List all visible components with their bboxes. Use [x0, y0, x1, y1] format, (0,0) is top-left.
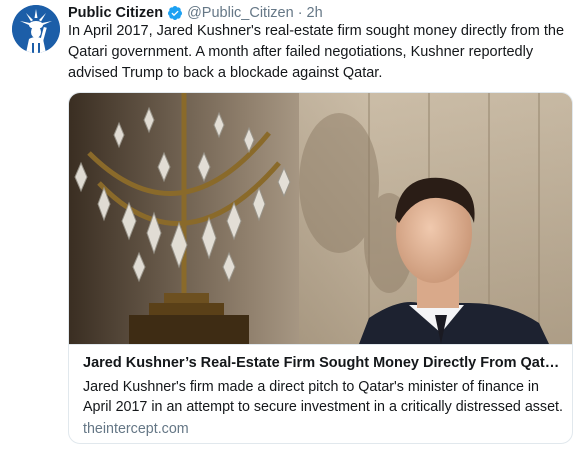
author-handle[interactable]: @Public_Citizen — [187, 5, 294, 21]
card-domain[interactable]: theintercept.com — [83, 419, 189, 439]
link-card[interactable]: Jared Kushner’s Real-Estate Firm Sought … — [68, 92, 573, 444]
card-image[interactable] — [69, 93, 573, 344]
card-title[interactable]: Jared Kushner’s Real-Estate Firm Sought … — [83, 353, 561, 373]
card-body: Jared Kushner’s Real-Estate Firm Sought … — [69, 344, 572, 443]
tweet-timestamp[interactable]: 2h — [307, 5, 323, 21]
card-description: Jared Kushner's firm made a direct pitch… — [83, 379, 563, 415]
tweet-header: Public Citizen @Public_Citizen · 2h — [68, 3, 574, 23]
verified-badge-icon — [167, 5, 183, 21]
avatar[interactable] — [12, 5, 60, 53]
tweet-text: In April 2017, Jared Kushner's real-esta… — [68, 23, 565, 81]
separator-dot: · — [297, 5, 303, 21]
statue-of-liberty-logo-icon — [12, 5, 60, 53]
author-name[interactable]: Public Citizen — [68, 5, 163, 21]
